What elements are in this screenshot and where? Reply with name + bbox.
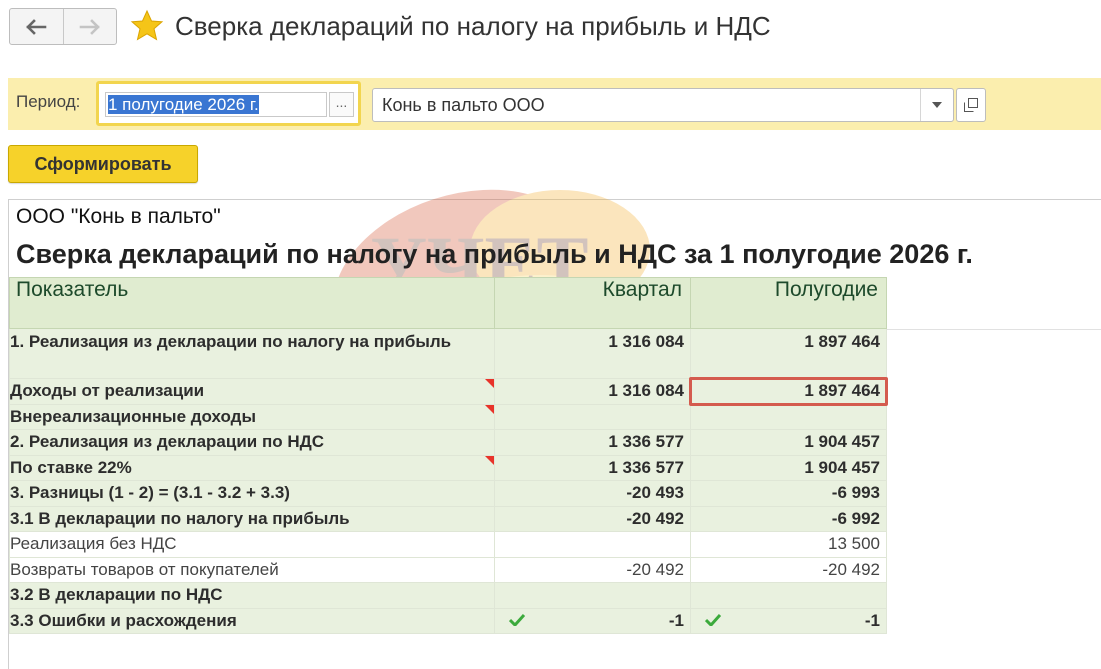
cell-quarter[interactable] [494, 403, 691, 430]
row-label: 1. Реализация из декларации по налогу на… [9, 328, 495, 379]
table-row[interactable]: Доходы от реализации 1 316 084 1 897 464 [9, 377, 889, 406]
organization-open-button[interactable] [956, 88, 986, 122]
cell-halfyear[interactable]: 1 897 464 [690, 328, 887, 379]
forward-button[interactable] [62, 9, 117, 44]
open-window-icon [964, 98, 978, 112]
cell-quarter[interactable]: 1 316 084 [494, 328, 691, 379]
cell-quarter[interactable]: -20 492 [494, 556, 691, 583]
filter-panel: Период: 1 полугодие 2026 г. ... Конь в п… [8, 78, 1101, 130]
row-label: Возвраты товаров от покупателей [9, 556, 495, 583]
column-header-quarter: Квартал [494, 277, 691, 329]
row-label: 3. Разницы (1 - 2) = (3.1 - 3.2 + 3.3) [9, 480, 495, 507]
cell-halfyear[interactable]: -1 [690, 607, 887, 634]
column-header-indicator: Показатель [9, 277, 495, 329]
table-row[interactable]: 2. Реализация из декларации по НДС 1 336… [9, 429, 887, 456]
cell-quarter[interactable]: -20 493 [494, 480, 691, 507]
table-header-row: Показатель Квартал Полугодие [9, 277, 887, 329]
table-row[interactable]: Реализация без НДС 13 500 [9, 531, 887, 558]
row-label-cell: Внереализационные доходы [9, 403, 495, 430]
report-organization: ООО "Конь в пальто" [16, 205, 221, 228]
cell-quarter[interactable] [494, 531, 691, 558]
row-label: Внереализационные доходы [10, 406, 256, 426]
organization-value: Конь в пальто ООО [382, 95, 545, 115]
red-corner-flag-icon [485, 379, 494, 388]
cell-quarter-value: -1 [668, 610, 684, 630]
cell-quarter[interactable]: 1 336 577 [494, 454, 691, 481]
period-select-button[interactable]: ... [329, 92, 354, 117]
period-label: Период: [16, 92, 81, 111]
table-row[interactable]: 3.1 В декларации по налогу на прибыль -2… [9, 505, 887, 532]
arrow-left-icon [26, 18, 47, 35]
table-row[interactable]: Возвраты товаров от покупателей -20 492 … [9, 556, 887, 583]
cell-halfyear-value: -1 [864, 610, 880, 630]
cell-halfyear[interactable]: -6 993 [690, 480, 887, 507]
cell-halfyear-selected[interactable]: 1 897 464 [689, 377, 889, 406]
cell-quarter[interactable]: 1 336 577 [494, 429, 691, 456]
report-table: Показатель Квартал Полугодие 1. Реализац… [9, 277, 889, 634]
cell-halfyear[interactable]: 13 500 [690, 531, 887, 558]
period-value: 1 полугодие 2026 г. [108, 95, 259, 114]
chevron-down-icon [932, 102, 942, 108]
cell-quarter[interactable] [494, 582, 691, 609]
row-label-cell: По ставке 22% [9, 454, 495, 481]
row-label: Реализация без НДС [9, 531, 495, 558]
row-label-cell: Доходы от реализации [9, 378, 495, 405]
star-icon[interactable] [130, 9, 164, 43]
check-icon [705, 613, 721, 626]
window-title: Сверка деклараций по налогу на прибыль и… [175, 11, 771, 41]
report-title: Сверка деклараций по налогу на прибыль и… [16, 239, 973, 269]
organization-select[interactable]: Конь в пальто ООО [372, 88, 954, 122]
back-button[interactable] [10, 9, 63, 44]
row-label: Доходы от реализации [10, 381, 205, 401]
cell-halfyear[interactable] [690, 582, 887, 609]
report-grid-line [885, 329, 1101, 330]
cell-halfyear[interactable] [690, 403, 887, 430]
red-corner-flag-icon [485, 404, 494, 414]
table-row[interactable]: Внереализационные доходы [9, 403, 887, 430]
row-label: По ставке 22% [10, 457, 132, 477]
table-row[interactable]: По ставке 22% 1 336 577 1 904 457 [9, 454, 887, 481]
row-label: 2. Реализация из декларации по НДС [9, 429, 495, 456]
check-icon [509, 613, 525, 626]
cell-quarter[interactable]: -1 [494, 607, 691, 634]
row-label: 3.2 В декларации по НДС [9, 582, 495, 609]
row-label: 3.3 Ошибки и расхождения [9, 607, 495, 634]
cell-halfyear[interactable]: -20 492 [690, 556, 887, 583]
period-field: 1 полугодие 2026 г. ... [96, 81, 361, 126]
cell-halfyear[interactable]: 1 904 457 [690, 429, 887, 456]
cell-quarter[interactable]: 1 316 084 [494, 378, 691, 405]
arrow-right-icon [79, 18, 100, 35]
cell-halfyear[interactable]: 1 904 457 [690, 454, 887, 481]
period-input[interactable]: 1 полугодие 2026 г. [105, 92, 327, 117]
table-row[interactable]: 3.2 В декларации по НДС [9, 582, 887, 609]
cell-quarter[interactable]: -20 492 [494, 505, 691, 532]
table-row[interactable]: 3. Разницы (1 - 2) = (3.1 - 3.2 + 3.3) -… [9, 480, 887, 507]
table-row[interactable]: 1. Реализация из декларации по налогу на… [9, 328, 887, 379]
table-row[interactable]: 3.3 Ошибки и расхождения -1 -1 [9, 607, 887, 634]
navigation-buttons [9, 8, 117, 45]
organization-dropdown-button[interactable] [920, 89, 953, 121]
row-label: 3.1 В декларации по налогу на прибыль [9, 505, 495, 532]
cell-halfyear[interactable]: -6 992 [690, 505, 887, 532]
red-corner-flag-icon [485, 455, 494, 465]
generate-button[interactable]: Сформировать [8, 145, 198, 183]
column-header-halfyear: Полугодие [690, 277, 887, 329]
